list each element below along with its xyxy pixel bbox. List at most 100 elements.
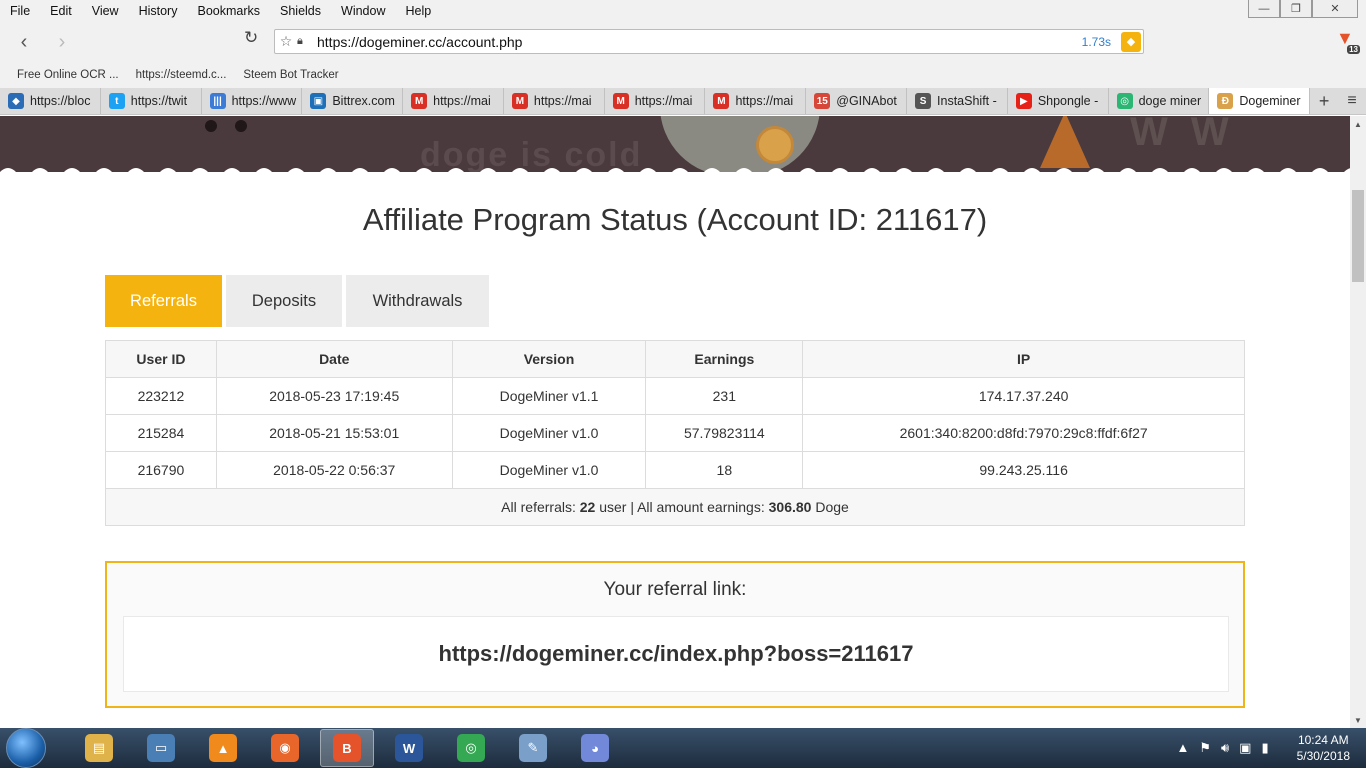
referral-link[interactable]: https://dogeminer.cc/index.php?boss=2116… xyxy=(123,616,1229,692)
taskbar-apps: ▤ ▭ ▲ ◉ B W ◎ ✎ ◕ xyxy=(64,729,622,767)
tab-favicon-icon: t xyxy=(108,93,125,109)
tab-label: InstaShift - xyxy=(937,94,997,108)
banner-wave-edge xyxy=(0,168,1350,172)
cell-user-id: 223212 xyxy=(105,377,217,415)
browser-tab[interactable]: Mhttps://mai xyxy=(605,88,706,114)
browser-tab[interactable]: Mhttps://mai xyxy=(504,88,605,114)
firefox-icon: ◉ xyxy=(271,734,299,762)
taskbar-discord-button[interactable]: ◕ xyxy=(568,729,622,767)
brave-icon: B xyxy=(333,734,361,762)
taskbar-file-explorer-button[interactable]: ▤ xyxy=(72,729,126,767)
menu-help[interactable]: Help xyxy=(395,4,441,18)
tab-label: https://mai xyxy=(634,94,693,108)
taskbar-chrome-button[interactable]: ◎ xyxy=(444,729,498,767)
tab-label: https://mai xyxy=(533,94,592,108)
start-button[interactable] xyxy=(6,728,46,768)
tab-label: https://www xyxy=(231,94,297,108)
taskbar-firefox-button[interactable]: ◉ xyxy=(258,729,312,767)
cell-earnings: 18 xyxy=(645,451,804,489)
tab-deposits[interactable]: Deposits xyxy=(226,275,342,327)
new-tab-icon[interactable]: + xyxy=(1310,88,1338,114)
restore-button[interactable]: ❐ xyxy=(1280,0,1312,18)
scroll-up-arrow-icon[interactable]: ▲ xyxy=(1350,116,1366,132)
header-earnings: Earnings xyxy=(645,340,804,378)
load-timing: 1.73s xyxy=(1081,34,1111,49)
summary-mid: user | All amount earnings: xyxy=(595,499,769,515)
cell-version: DogeMiner v1.0 xyxy=(451,414,647,452)
discord-icon: ◕ xyxy=(581,734,609,762)
browser-tab[interactable]: ▣ Bittrex.com xyxy=(302,88,404,114)
cell-user-id: 216790 xyxy=(105,451,217,489)
referral-link-label: Your referral link: xyxy=(603,579,747,600)
scroll-down-arrow-icon[interactable]: ▼ xyxy=(1350,712,1366,728)
tab-referrals[interactable]: Referrals xyxy=(105,275,222,327)
cell-date: 2018-05-23 17:19:45 xyxy=(215,377,453,415)
affiliate-tabs: Referrals Deposits Withdrawals xyxy=(105,275,493,327)
browser-tab[interactable]: Ð Dogeminer xyxy=(1209,88,1311,114)
browser-tab[interactable]: Mhttps://mai xyxy=(403,88,504,114)
taskbar-word-button[interactable]: W xyxy=(382,729,436,767)
browser-tab[interactable]: 15 @GINAbot xyxy=(806,88,908,114)
banner-dots-art xyxy=(205,120,247,132)
menu-shields[interactable]: Shields xyxy=(270,4,331,18)
menu-history[interactable]: History xyxy=(129,4,188,18)
tab-favicon-icon: ◆ xyxy=(8,93,24,109)
bookmarks-bar: Free Online OCR ... https://steemd.c... … xyxy=(0,62,1366,88)
cell-ip: 99.243.25.116 xyxy=(802,451,1245,489)
lock-icon[interactable]: 🔒︎ xyxy=(297,35,311,48)
taskbar-paint-button[interactable]: ✎ xyxy=(506,729,560,767)
url-text[interactable]: https://dogeminer.cc/account.php xyxy=(317,34,1082,50)
table-row: 223212 2018-05-23 17:19:45 DogeMiner v1.… xyxy=(105,377,1245,415)
bookmark-steem-bot-tracker[interactable]: Steem Bot Tracker xyxy=(243,69,338,81)
cell-date: 2018-05-21 15:53:01 xyxy=(215,414,453,452)
tab-label: doge miner xyxy=(1138,94,1202,108)
bookmark-steemd[interactable]: https://steemd.c... xyxy=(136,69,227,81)
scroll-thumb[interactable] xyxy=(1352,190,1364,282)
menu-bar: File Edit View History Bookmarks Shields… xyxy=(0,0,1366,22)
close-button[interactable]: ✕ xyxy=(1312,0,1358,18)
menu-file[interactable]: File xyxy=(0,4,40,18)
tab-label: https://mai xyxy=(433,94,491,108)
minimize-button[interactable]: — xyxy=(1248,0,1280,18)
clock[interactable]: 10:24 AM 5/30/2018 xyxy=(1297,732,1350,764)
menu-window[interactable]: Window xyxy=(331,4,395,18)
browser-tab[interactable]: ▶ Shpongle - xyxy=(1008,88,1109,114)
summary-referral-count: 22 xyxy=(579,499,596,515)
referrals-summary: All referrals: 22 user | All amount earn… xyxy=(105,488,1245,526)
browser-tab[interactable]: ◎ doge miner xyxy=(1109,88,1210,114)
tab-favicon-icon: Ð xyxy=(1217,93,1234,109)
menu-view[interactable]: View xyxy=(82,4,129,18)
page-content: doge is cold W W Affiliate Program Statu… xyxy=(0,116,1350,728)
forward-button[interactable]: › xyxy=(48,28,76,56)
summary-prefix: All referrals: xyxy=(501,499,580,515)
tab-withdrawals[interactable]: Withdrawals xyxy=(346,275,489,327)
menu-edit[interactable]: Edit xyxy=(40,4,82,18)
tab-favicon-icon: 15 xyxy=(814,93,831,109)
browser-tab[interactable]: S InstaShift - xyxy=(907,88,1008,114)
browser-tab[interactable]: ||| https://www xyxy=(202,88,303,114)
browser-tab[interactable]: ◆ https://bloc xyxy=(0,88,101,114)
taskbar-brave-button[interactable]: B xyxy=(320,729,374,767)
bookmark-ocr[interactable]: Free Online OCR ... xyxy=(17,69,119,81)
brave-shields-icon[interactable]: ◆ xyxy=(1121,31,1141,52)
header-banner: doge is cold W W xyxy=(0,116,1350,172)
table-row: 215284 2018-05-21 15:53:01 DogeMiner v1.… xyxy=(105,414,1245,452)
vlc-icon: ▲ xyxy=(209,734,237,762)
bookmark-star-icon[interactable]: ☆ xyxy=(275,33,297,50)
rocket-icon xyxy=(1040,116,1090,168)
back-button[interactable]: ‹ xyxy=(10,28,38,56)
page-scrollbar[interactable]: ▲ ▼ xyxy=(1350,116,1366,728)
menu-bookmarks[interactable]: Bookmarks xyxy=(187,4,270,18)
brave-menu-icon[interactable]: ▼ 13 xyxy=(1336,28,1360,54)
browser-tab[interactable]: t https://twit xyxy=(101,88,202,114)
taskbar-computer-button[interactable]: ▭ xyxy=(134,729,188,767)
browser-tab[interactable]: Mhttps://mai xyxy=(705,88,807,114)
tray-icons[interactable]: ▲⚑🔊︎▣▮ xyxy=(1176,740,1278,756)
file-explorer-icon: ▤ xyxy=(85,734,113,762)
address-bar[interactable]: ☆ 🔒︎ https://dogeminer.cc/account.php 1.… xyxy=(274,29,1144,54)
tab-menu-icon[interactable]: ≡ xyxy=(1338,88,1366,114)
taskbar-vlc-button[interactable]: ▲ xyxy=(196,729,250,767)
table-row: 216790 2018-05-22 0:56:37 DogeMiner v1.0… xyxy=(105,451,1245,489)
computer-icon: ▭ xyxy=(147,734,175,762)
reload-icon[interactable]: ↻ xyxy=(244,28,258,48)
